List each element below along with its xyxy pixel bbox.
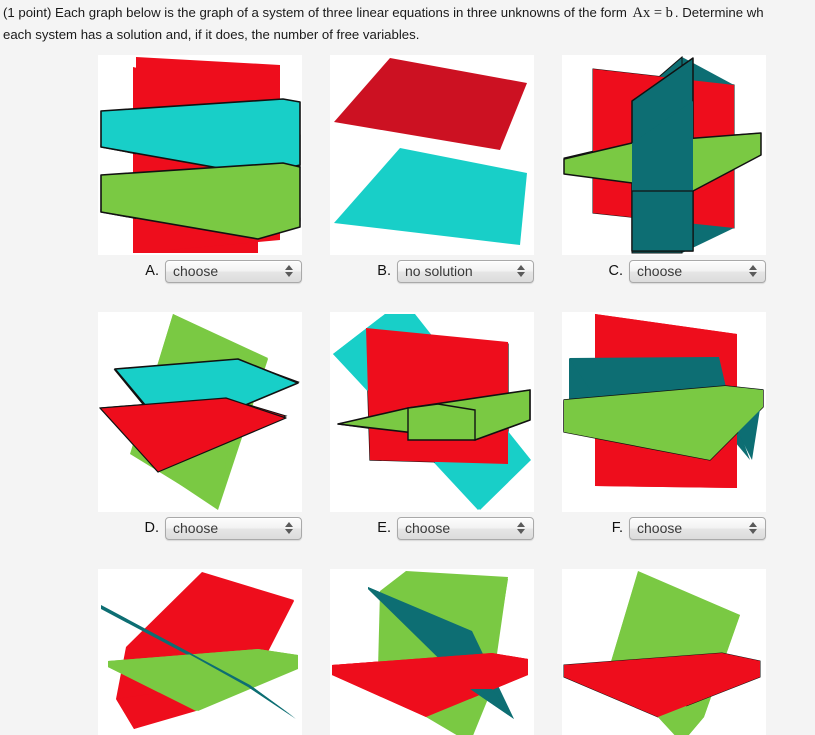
- graph-figure-f: [562, 312, 766, 512]
- answer-select-a[interactable]: choose: [165, 259, 302, 283]
- graph-cell-i: [562, 569, 766, 735]
- answer-select-c[interactable]: choose: [629, 259, 766, 283]
- answer-select-e[interactable]: choose: [397, 516, 534, 540]
- plane-b-cyan: [334, 148, 527, 245]
- plane-a-final-layers: [100, 57, 301, 253]
- graph-cell-e: E. choose: [330, 312, 534, 540]
- stepper-down-arrow-icon: [284, 529, 293, 534]
- graph-g-svg: [101, 572, 298, 729]
- problem-line-2: each system has a solution and, if it do…: [3, 27, 420, 42]
- answer-select-d-value: choose: [173, 520, 219, 536]
- stepper-up-arrow-icon: [748, 522, 757, 527]
- problem-text-after-equation: . Determine wh: [674, 5, 764, 20]
- graph-cell-d: D. choose: [98, 312, 302, 540]
- problem-line-1: (1 point) Each graph below is the graph …: [3, 2, 815, 24]
- graph-cell-b: B. no solution: [330, 55, 534, 283]
- answer-label-a: A.: [145, 263, 159, 279]
- problem-equation: Ax = b: [632, 5, 673, 21]
- answer-select-f-value: choose: [637, 520, 683, 536]
- stepper-up-arrow-icon: [284, 265, 293, 270]
- graph-figure-h: [330, 569, 534, 735]
- graph-e-svg: [333, 314, 531, 510]
- stepper-icon-e[interactable]: [516, 520, 525, 536]
- answer-select-b-value: no solution: [405, 263, 473, 279]
- plane-c-composite: [563, 57, 762, 252]
- points-label: (1 point): [3, 5, 52, 20]
- stepper-up-arrow-icon: [516, 265, 525, 270]
- stepper-icon-b[interactable]: [516, 263, 525, 279]
- graph-cell-c: C. choose: [562, 55, 766, 283]
- answer-label-c: C.: [608, 263, 624, 279]
- problem-text-before-equation: Each graph below is the graph of a syste…: [51, 5, 631, 20]
- stepper-down-arrow-icon: [516, 272, 525, 277]
- graph-cell-f: F. choose: [562, 312, 766, 540]
- stepper-down-arrow-icon: [284, 272, 293, 277]
- answer-row-d: D. choose: [98, 515, 302, 541]
- graph-cell-g: [98, 569, 302, 735]
- plane-i-composite: [563, 571, 761, 735]
- graph-figure-b: [330, 55, 534, 255]
- answer-row-c: C. choose: [562, 258, 766, 284]
- answer-label-f: F.: [611, 520, 623, 536]
- graph-figure-c: [562, 55, 766, 255]
- graph-cell-a: A. choose: [98, 55, 302, 283]
- stepper-icon-f[interactable]: [748, 520, 757, 536]
- graph-figure-i: [562, 569, 766, 735]
- graph-f-svg: [563, 314, 764, 488]
- answer-label-d: D.: [144, 520, 160, 536]
- stepper-up-arrow-icon: [284, 522, 293, 527]
- graph-figure-e: [330, 312, 534, 512]
- stepper-icon-d[interactable]: [284, 520, 293, 536]
- answer-row-f: F. choose: [562, 515, 766, 541]
- answer-select-d[interactable]: choose: [165, 516, 302, 540]
- answer-select-f[interactable]: choose: [629, 516, 766, 540]
- graph-figure-d: [98, 312, 302, 512]
- graph-grid: A. choose B. no solution C. choose D. ch…: [0, 55, 815, 735]
- plane-e-composite: [333, 314, 531, 510]
- answer-select-c-value: choose: [637, 263, 683, 279]
- graph-row-3: [0, 569, 815, 735]
- stepper-down-arrow-icon: [748, 529, 757, 534]
- stepper-down-arrow-icon: [516, 529, 525, 534]
- graph-i-svg: [563, 571, 761, 735]
- problem-statement: (1 point) Each graph below is the graph …: [3, 2, 815, 45]
- answer-label-b: B.: [377, 263, 391, 279]
- graph-cell-h: [330, 569, 534, 735]
- graph-a-svg: [100, 57, 301, 253]
- plane-a-green-plane: [100, 162, 301, 240]
- exercise-page: (1 point) Each graph below is the graph …: [0, 0, 815, 735]
- stepper-up-arrow-icon: [748, 265, 757, 270]
- graph-c-svg: [563, 55, 762, 254]
- answer-row-b: B. no solution: [330, 258, 534, 284]
- graph-row-1: A. choose B. no solution C. choose: [0, 55, 815, 312]
- graph-d-svg: [98, 314, 300, 510]
- answer-row-a: A. choose: [98, 258, 302, 284]
- stepper-down-arrow-icon: [748, 272, 757, 277]
- graph-h-svg: [332, 571, 528, 735]
- plane-f-composite: [563, 314, 764, 488]
- plane-e-green-wedge: [407, 403, 476, 441]
- graph-figure-a: [98, 55, 302, 255]
- graph-row-2: D. choose E. choose F. choose: [0, 312, 815, 569]
- answer-select-e-value: choose: [405, 520, 451, 536]
- answer-select-b[interactable]: no solution: [397, 259, 534, 283]
- graph-figure-g: [98, 569, 302, 735]
- stepper-icon-c[interactable]: [748, 263, 757, 279]
- answer-label-e: E.: [377, 520, 391, 536]
- plane-h-composite: [332, 571, 528, 735]
- stepper-up-arrow-icon: [516, 522, 525, 527]
- plane-b-red: [334, 58, 527, 150]
- graph-b-svg: [334, 58, 527, 245]
- answer-select-a-value: choose: [173, 263, 219, 279]
- answer-row-e: E. choose: [330, 515, 534, 541]
- plane-c-teal-lower: [631, 190, 694, 252]
- stepper-icon-a[interactable]: [284, 263, 293, 279]
